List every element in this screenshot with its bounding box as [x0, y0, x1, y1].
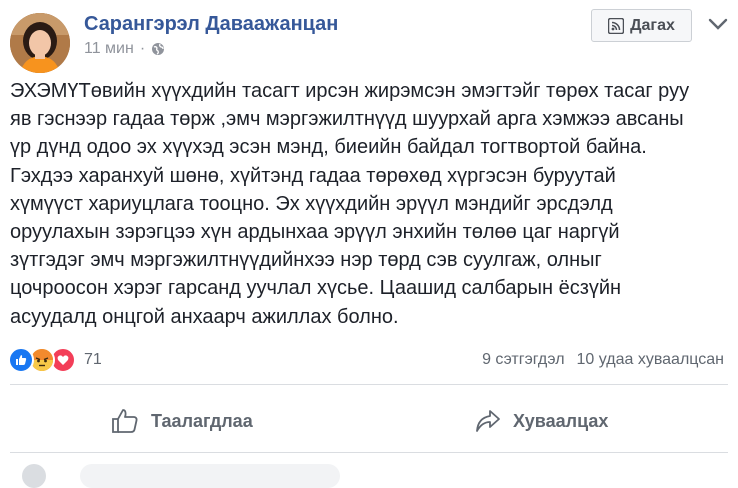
thumbs-up-icon	[112, 409, 138, 433]
post-text: ЭХЭМҮТөвийн хүүхдийн тасагт ирсэн жирэмс…	[10, 80, 690, 328]
post-time[interactable]: 11 мин	[84, 40, 134, 58]
divider-top	[10, 384, 728, 385]
share-arrow-icon	[476, 410, 500, 432]
meta-separator: ·	[139, 40, 146, 57]
comments-count-link[interactable]: 9 сэтгэгдэл	[482, 351, 564, 369]
follow-label: Дагах	[630, 16, 675, 34]
globe-icon[interactable]	[151, 42, 165, 56]
like-label: Таалагдлаа	[151, 410, 253, 431]
author-name[interactable]: Сарангэрэл Даваажанцан	[84, 13, 338, 36]
chevron-down-icon	[708, 18, 728, 30]
post-meta: 11 мин ·	[84, 40, 165, 58]
post-stats: 9 сэтгэгдэл 10 удаа хуваалцсан	[482, 351, 724, 369]
like-icon	[8, 347, 34, 373]
reactions-summary[interactable]: 71	[8, 347, 102, 373]
post-options-button[interactable]	[706, 12, 730, 36]
follow-button[interactable]: Дагах	[591, 9, 692, 42]
rss-feed-icon	[608, 17, 625, 34]
author-avatar[interactable]	[10, 13, 70, 73]
share-label: Хуваалцах	[513, 410, 609, 431]
like-button[interactable]: Таалагдлаа	[111, 402, 253, 440]
comment-composer-partial[interactable]	[0, 462, 738, 488]
share-button[interactable]: Хуваалцах	[475, 402, 608, 440]
divider-bottom	[10, 452, 728, 453]
reaction-count: 71	[84, 351, 102, 368]
shares-count-link[interactable]: 10 удаа хуваалцсан	[577, 351, 724, 369]
avatar-image	[10, 13, 70, 73]
